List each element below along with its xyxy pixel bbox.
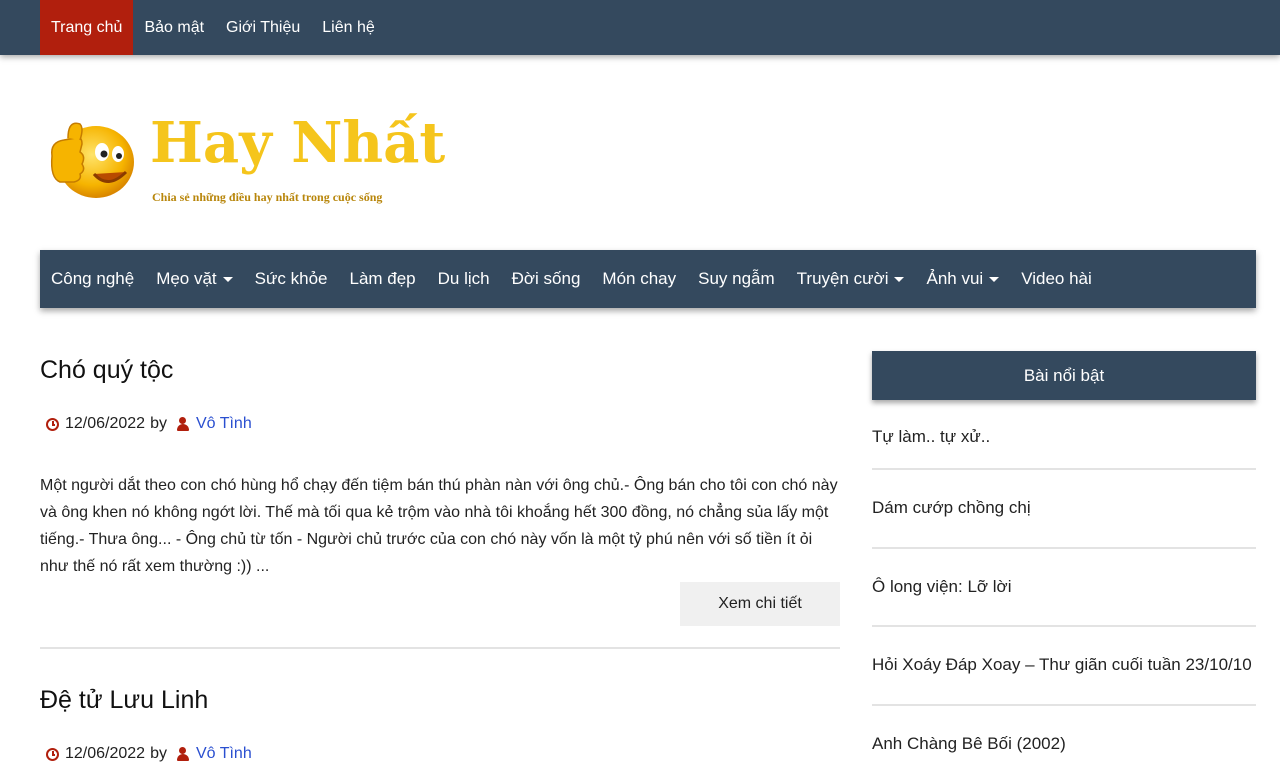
cat-item-label: Mẹo vặt — [156, 269, 217, 288]
cat-item-label: Làm đẹp — [349, 269, 416, 288]
cat-item-label: Suy ngẫm — [698, 269, 775, 288]
cat-item-health[interactable]: Sức khỏe — [244, 250, 339, 308]
top-menu: Trang chủ Bảo mật Giới Thiệu Liên hệ — [40, 0, 386, 55]
cat-item-label: Truyện cười — [796, 269, 889, 288]
site-logo[interactable]: Hay Nhất Chia sẻ những điều hay nhất tro… — [46, 108, 446, 213]
cat-item-reflection[interactable]: Suy ngẫm — [687, 250, 786, 308]
caret-down-icon — [894, 277, 905, 282]
top-navbar: Trang chủ Bảo mật Giới Thiệu Liên hệ — [0, 0, 1280, 55]
post-excerpt: Một người dắt theo con chó hùng hổ chạy … — [40, 477, 838, 575]
post-date: 12/06/2022 — [65, 415, 146, 432]
caret-down-icon — [989, 277, 1000, 282]
post-card: Đệ tử Lưu Linh 12/06/2022 by Vô Tình — [40, 686, 840, 763]
top-menu-item-about[interactable]: Giới Thiệu — [215, 0, 311, 55]
featured-list: Tự làm.. tự xử.. Dám cướp chồng chị Ô lo… — [872, 400, 1256, 768]
top-menu-item-contact[interactable]: Liên hệ — [311, 0, 386, 55]
user-icon — [176, 417, 190, 431]
post-by: by — [150, 745, 167, 762]
cat-item-label: Công nghệ — [51, 269, 135, 288]
cat-item-funny-images[interactable]: Ảnh vui — [915, 250, 1010, 308]
clock-icon — [46, 747, 59, 761]
sidebar-heading: Bài nổi bật — [872, 351, 1256, 400]
post-author-link[interactable]: Vô Tình — [196, 745, 252, 763]
cat-item-label: Món chay — [602, 269, 677, 288]
cat-item-beauty[interactable]: Làm đẹp — [338, 250, 426, 308]
logo-tagline: Chia sẻ những điều hay nhất trong cuộc s… — [152, 190, 383, 204]
featured-item[interactable]: Anh Chàng Bê Bối (2002) — [872, 706, 1256, 768]
cat-item-travel[interactable]: Du lịch — [427, 250, 501, 308]
cat-item-life[interactable]: Đời sống — [501, 250, 592, 308]
cat-item-jokes[interactable]: Truyện cười — [786, 250, 916, 308]
cat-item-technology[interactable]: Công nghệ — [40, 250, 145, 308]
post-meta: 12/06/2022 by Vô Tình — [40, 415, 840, 433]
caret-down-icon — [222, 277, 233, 282]
featured-item[interactable]: Dám cướp chồng chị — [872, 470, 1256, 549]
post-divider — [40, 647, 840, 649]
cat-item-vegetarian[interactable]: Món chay — [591, 250, 687, 308]
post-date: 12/06/2022 — [65, 745, 146, 762]
post-by: by — [150, 415, 167, 432]
cat-item-label: Video hài — [1021, 269, 1092, 288]
post-meta: 12/06/2022 by Vô Tình — [40, 745, 840, 763]
cat-item-label: Sức khỏe — [254, 269, 328, 288]
top-menu-item-home[interactable]: Trang chủ — [40, 0, 134, 55]
cat-item-label: Ảnh vui — [926, 269, 984, 288]
logo-title: Hay Nhất — [150, 110, 446, 176]
post-card: Chó quý tộc 12/06/2022 by Vô Tình Một ng… — [40, 356, 840, 580]
featured-item[interactable]: Hỏi Xoáy Đáp Xoay – Thư giãn cuối tuần 2… — [872, 627, 1256, 706]
cat-item-label: Du lịch — [437, 269, 490, 288]
category-nav: Công nghệ Mẹo vặt Sức khỏe Làm đẹp Du lị… — [40, 250, 1256, 308]
read-more-button[interactable]: Xem chi tiết — [680, 582, 840, 626]
clock-icon — [46, 417, 59, 431]
featured-sidebar: Bài nổi bật Tự làm.. tự xử.. Dám cướp ch… — [872, 351, 1256, 768]
top-menu-item-security[interactable]: Bảo mật — [133, 0, 215, 55]
featured-item[interactable]: Ô long viện: Lỡ lời — [872, 549, 1256, 627]
post-title[interactable]: Đệ tử Lưu Linh — [40, 686, 840, 715]
thumbs-up-smiley-icon — [50, 122, 134, 198]
post-title[interactable]: Chó quý tộc — [40, 356, 840, 385]
cat-item-label: Đời sống — [511, 269, 581, 288]
user-icon — [176, 747, 190, 761]
featured-item[interactable]: Tự làm.. tự xử.. — [872, 400, 1256, 470]
post-author-link[interactable]: Vô Tình — [196, 415, 252, 433]
cat-item-tips[interactable]: Mẹo vặt — [145, 250, 243, 308]
cat-item-funny-videos[interactable]: Video hài — [1010, 250, 1103, 308]
